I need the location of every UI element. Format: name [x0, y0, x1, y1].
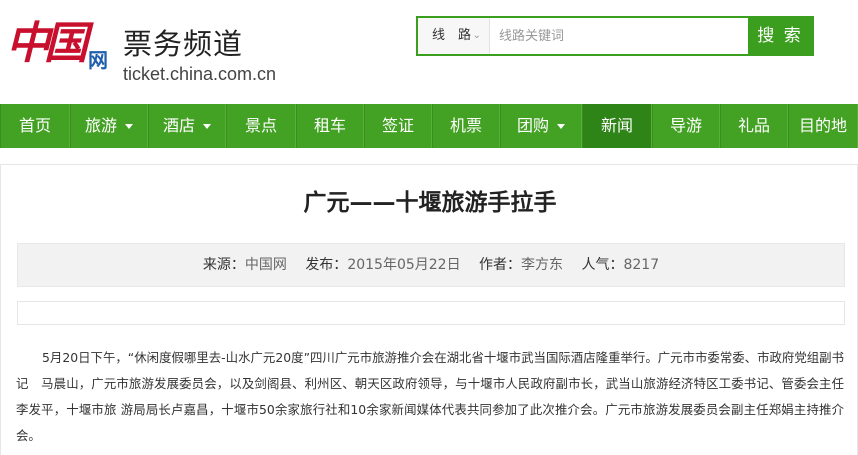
article-title: 广元——十堰旅游手拉手 — [303, 190, 557, 216]
nav-item-11[interactable]: 礼品 — [720, 104, 788, 148]
author-value: 李方东 — [521, 257, 564, 273]
source-value: 中国网 — [244, 257, 287, 273]
nav-item-label: 导游 — [669, 116, 702, 135]
nav-item-1[interactable]: 首页 — [0, 104, 70, 148]
nav-item-8[interactable]: 团购 — [500, 104, 582, 148]
nav-item-3[interactable]: 酒店 — [148, 104, 226, 148]
nav-item-label: 签证 — [381, 116, 414, 135]
china-com-cn-logo[interactable]: 中国 网 — [6, 14, 114, 86]
nav-item-label: 新闻 — [600, 116, 633, 135]
chevron-down-icon: ⌄ — [472, 30, 481, 41]
search-box: 线 路 ⌄ 搜 索 — [416, 16, 814, 56]
logo-wordmark: 中国 — [6, 18, 88, 69]
search-type-label: 线 路 — [432, 28, 472, 43]
nav-item-label: 酒店 — [162, 116, 195, 135]
nav-item-label: 团购 — [516, 116, 549, 135]
caret-down-icon — [557, 124, 565, 129]
nav-item-2[interactable]: 旅游 — [70, 104, 148, 148]
date-label: 发布： — [305, 257, 348, 273]
nav-item-label: 旅游 — [84, 116, 117, 135]
nav-item-label: 景点 — [244, 116, 277, 135]
search-button[interactable]: 搜 索 — [748, 18, 812, 54]
article-meta: 来源：中国网 发布：2015年05月22日 作者：李方东 人气：8217 — [17, 243, 845, 287]
search-type-select[interactable]: 线 路 ⌄ — [418, 18, 490, 54]
nav-item-9[interactable]: 新闻 — [582, 104, 652, 148]
source-label: 来源： — [202, 257, 245, 273]
nav-item-7[interactable]: 机票 — [432, 104, 500, 148]
article-body: 5月20日下午，“休闲度假哪里去-山水广元20度”四川广元市旅游推介会在湖北省十… — [16, 350, 844, 443]
author-label: 作者： — [479, 257, 522, 273]
search-input[interactable] — [491, 18, 748, 54]
nav-item-label: 机票 — [449, 116, 482, 135]
nav-item-4[interactable]: 景点 — [226, 104, 296, 148]
nav-item-10[interactable]: 导游 — [652, 104, 720, 148]
nav-item-5[interactable]: 租车 — [296, 104, 364, 148]
share-bar — [17, 301, 845, 325]
views-value: 8217 — [623, 257, 660, 273]
logo-wang-mark: 网 — [88, 48, 108, 72]
channel-title[interactable]: 票务频道 — [123, 26, 243, 62]
caret-down-icon — [125, 124, 133, 129]
site-header: 中国 网 票务频道 ticket.china.com.cn 线 路 ⌄ 搜 索 — [0, 0, 858, 104]
nav-item-label: 首页 — [18, 116, 51, 135]
nav-item-label: 目的地 — [798, 116, 847, 135]
nav-item-6[interactable]: 签证 — [364, 104, 432, 148]
main-nav: 首页 旅游 酒店 景点 租车 签证 机票 团购 新闻 导游 礼品 目的地 — [0, 104, 858, 148]
caret-down-icon — [203, 124, 211, 129]
date-value: 2015年05月22日 — [347, 257, 461, 273]
nav-item-label: 租车 — [313, 116, 346, 135]
views-label: 人气： — [581, 257, 624, 273]
nav-item-12[interactable]: 目的地 — [788, 104, 858, 148]
channel-domain: ticket.china.com.cn — [123, 64, 277, 84]
article: 广元——十堰旅游手拉手 来源：中国网 发布：2015年05月22日 作者：李方东… — [0, 164, 858, 455]
nav-item-label: 礼品 — [737, 116, 770, 135]
